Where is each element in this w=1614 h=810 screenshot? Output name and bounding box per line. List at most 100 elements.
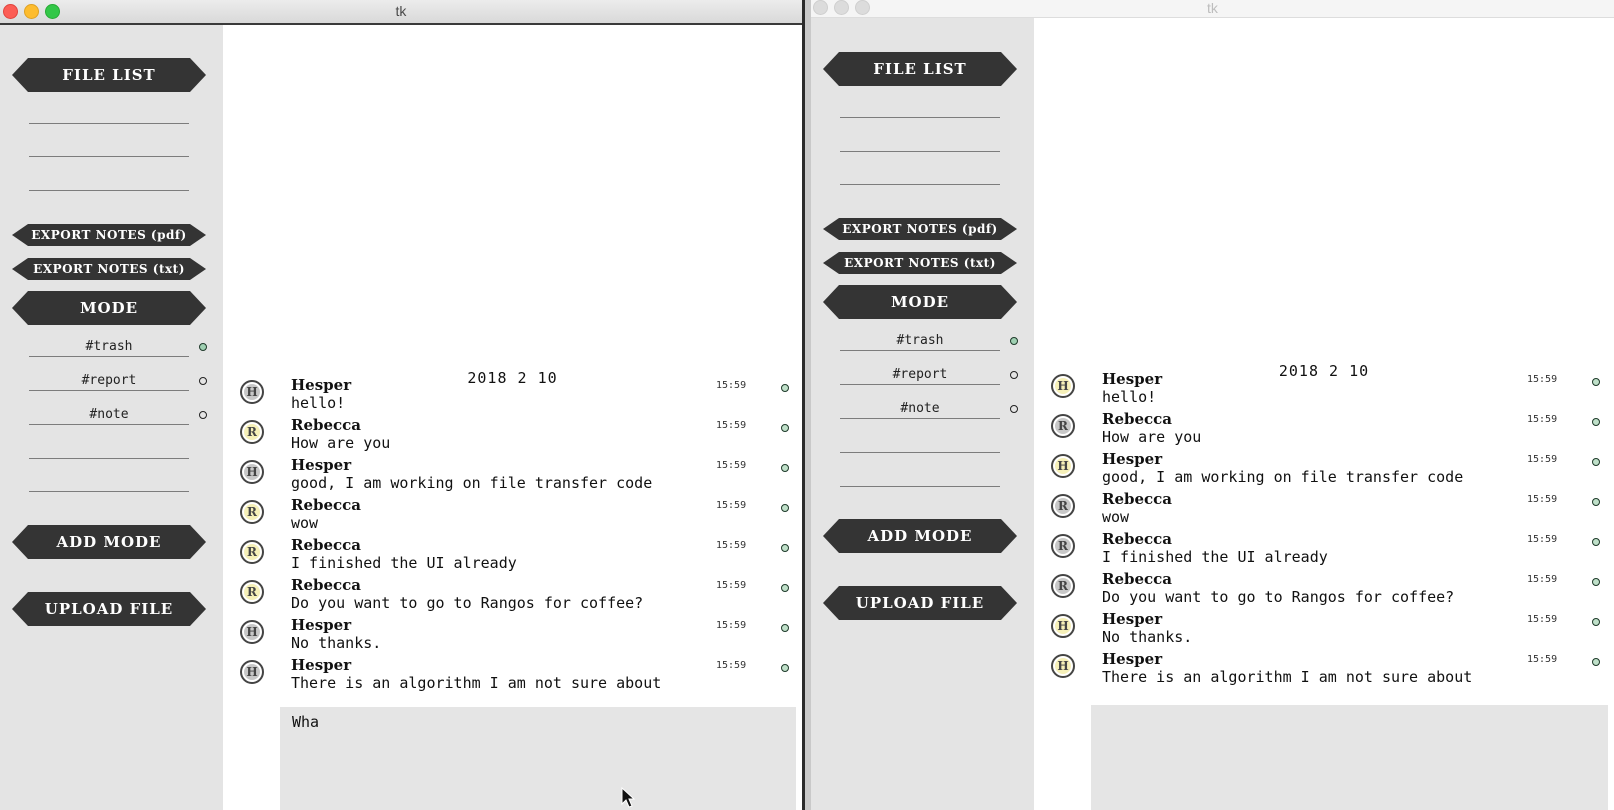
- message-sender: Hesper: [291, 656, 352, 674]
- add-mode-button[interactable]: ADD MODE: [12, 525, 206, 559]
- message-tag-dot[interactable]: [781, 624, 789, 632]
- mode-slot[interactable]: [840, 452, 1000, 453]
- upload-file-button[interactable]: UPLOAD FILE: [12, 592, 206, 626]
- message-sender: Rebecca: [1102, 570, 1173, 588]
- mode-slot[interactable]: [29, 491, 189, 492]
- file-slot[interactable]: [840, 117, 1000, 118]
- avatar: R: [240, 580, 264, 604]
- message-tag-dot[interactable]: [1592, 618, 1600, 626]
- chat-message: H Hesper good, I am working on file tran…: [1034, 450, 1614, 490]
- message-time: 15:59: [716, 580, 747, 591]
- message-tag-dot[interactable]: [1592, 658, 1600, 666]
- mode-radio-note[interactable]: [199, 411, 207, 419]
- message-sender: Hesper: [291, 456, 352, 474]
- message-sender: Rebecca: [291, 536, 362, 554]
- message-sender: Rebecca: [1102, 410, 1173, 428]
- message-time: 15:59: [716, 500, 747, 511]
- avatar: H: [1051, 654, 1075, 678]
- chat-message: R Rebecca wow 15:59: [223, 496, 802, 536]
- message-tag-dot[interactable]: [781, 584, 789, 592]
- add-mode-button[interactable]: ADD MODE: [823, 519, 1017, 553]
- message-input-value: Wha: [292, 713, 320, 731]
- message-text: I finished the UI already: [1102, 548, 1328, 566]
- file-slot[interactable]: [29, 156, 189, 157]
- message-time: 15:59: [1527, 534, 1558, 545]
- export-notes-pdf-button[interactable]: EXPORT NOTES (pdf): [823, 218, 1017, 240]
- file-list-button[interactable]: FILE LIST: [823, 52, 1017, 86]
- export-notes-pdf-button[interactable]: EXPORT NOTES (pdf): [12, 224, 206, 246]
- message-time: 15:59: [716, 620, 747, 631]
- file-slot[interactable]: [29, 190, 189, 191]
- file-list-button[interactable]: FILE LIST: [12, 58, 206, 92]
- export-notes-txt-button[interactable]: EXPORT NOTES (txt): [12, 258, 206, 280]
- message-sender: Hesper: [1102, 370, 1163, 388]
- message-text: hello!: [1102, 388, 1157, 406]
- avatar: H: [1051, 374, 1075, 398]
- chat-message: H Hesper good, I am working on file tran…: [223, 456, 802, 496]
- mode-button[interactable]: MODE: [12, 291, 206, 325]
- message-time: 15:59: [716, 460, 747, 471]
- chat-area: 2018 2 10 H Hesper hello! 15:59 R Rebecc…: [223, 25, 802, 810]
- file-slot[interactable]: [29, 123, 189, 124]
- avatar: R: [1051, 534, 1075, 558]
- sidebar: FILE LIST EXPORT NOTES (pdf) EXPORT NOTE…: [0, 25, 223, 810]
- message-sender: Rebecca: [291, 416, 362, 434]
- message-tag-dot[interactable]: [1592, 418, 1600, 426]
- message-input[interactable]: [1091, 705, 1608, 810]
- message-tag-dot[interactable]: [781, 504, 789, 512]
- upload-file-button[interactable]: UPLOAD FILE: [823, 586, 1017, 620]
- message-text: No thanks.: [1102, 628, 1193, 646]
- mode-radio-report[interactable]: [199, 377, 207, 385]
- message-time: 15:59: [1527, 654, 1558, 665]
- chat-message: R Rebecca How are you 15:59: [1034, 410, 1614, 450]
- mode-radio-trash[interactable]: [199, 343, 207, 351]
- file-slot[interactable]: [840, 184, 1000, 185]
- export-notes-txt-button[interactable]: EXPORT NOTES (txt): [823, 252, 1017, 274]
- message-tag-dot[interactable]: [781, 464, 789, 472]
- message-sender: Hesper: [291, 616, 352, 634]
- message-tag-dot[interactable]: [781, 664, 789, 672]
- message-text: There is an algorithm I am not sure abou…: [1102, 668, 1473, 686]
- mouse-pointer-icon: [621, 786, 636, 808]
- mode-tag-report[interactable]: #report: [29, 372, 189, 391]
- chat-window-left: tk FILE LIST EXPORT NOTES (pdf) EXPORT N…: [0, 0, 805, 810]
- mode-radio-report[interactable]: [1010, 371, 1018, 379]
- message-text: Do you want to go to Rangos for coffee?: [291, 594, 644, 612]
- mode-tag-report[interactable]: #report: [840, 366, 1000, 385]
- message-sender: Rebecca: [1102, 490, 1173, 508]
- message-sender: Hesper: [1102, 610, 1163, 628]
- mode-slot[interactable]: [29, 458, 189, 459]
- message-text: hello!: [291, 394, 346, 412]
- message-tag-dot[interactable]: [1592, 498, 1600, 506]
- avatar: R: [240, 540, 264, 564]
- chat-message: H Hesper There is an algorithm I am not …: [223, 656, 802, 696]
- chat-message: R Rebecca wow 15:59: [1034, 490, 1614, 530]
- message-text: No thanks.: [291, 634, 382, 652]
- mode-button[interactable]: MODE: [823, 285, 1017, 319]
- avatar: H: [1051, 454, 1075, 478]
- mode-radio-note[interactable]: [1010, 405, 1018, 413]
- message-sender: Hesper: [1102, 650, 1163, 668]
- mode-tag-note[interactable]: #note: [840, 400, 1000, 419]
- message-tag-dot[interactable]: [781, 544, 789, 552]
- message-time: 15:59: [1527, 374, 1558, 385]
- message-tag-dot[interactable]: [1592, 458, 1600, 466]
- message-tag-dot[interactable]: [781, 424, 789, 432]
- mode-tag-note[interactable]: #note: [29, 406, 189, 425]
- mode-tag-trash[interactable]: #trash: [840, 332, 1000, 351]
- message-text: wow: [291, 514, 319, 532]
- mode-tag-trash[interactable]: #trash: [29, 338, 189, 357]
- message-input[interactable]: Wha: [280, 707, 796, 810]
- message-text: How are you: [1102, 428, 1202, 446]
- mode-slot[interactable]: [840, 486, 1000, 487]
- message-time: 15:59: [716, 660, 747, 671]
- message-tag-dot[interactable]: [1592, 378, 1600, 386]
- message-tag-dot[interactable]: [1592, 578, 1600, 586]
- mode-radio-trash[interactable]: [1010, 337, 1018, 345]
- message-sender: Hesper: [1102, 450, 1163, 468]
- file-slot[interactable]: [840, 151, 1000, 152]
- chat-message: R Rebecca I finished the UI already 15:5…: [1034, 530, 1614, 570]
- window-title: tk: [1207, 0, 1218, 16]
- message-tag-dot[interactable]: [1592, 538, 1600, 546]
- message-tag-dot[interactable]: [781, 384, 789, 392]
